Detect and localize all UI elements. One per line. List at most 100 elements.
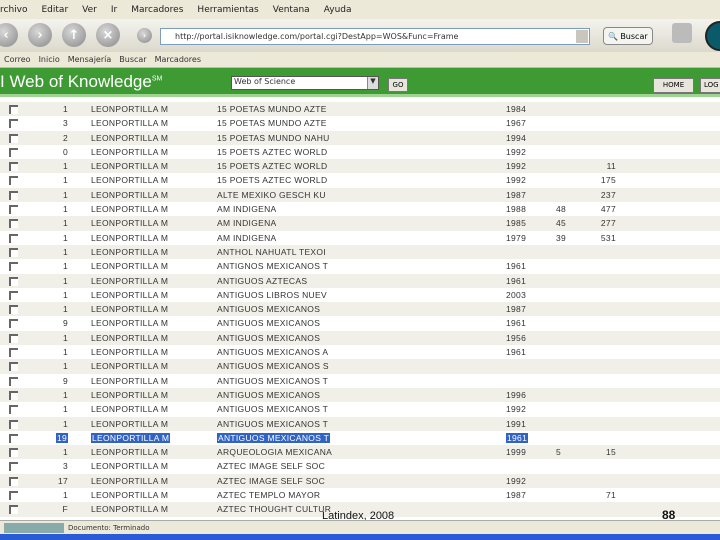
table-row: 1 LEONPORTILLA M ANTIGUOS AZTECAS 1961 <box>0 273 720 288</box>
row-checkbox[interactable] <box>9 262 18 272</box>
bookmark-item[interactable]: Inicio <box>39 55 60 64</box>
row-checkbox[interactable] <box>9 133 18 143</box>
row-checkbox[interactable] <box>9 290 18 300</box>
volume: 5 <box>556 447 562 458</box>
cited-work: ANTIGUOS LIBROS NUEV <box>217 289 327 300</box>
table-row: 1 LEONPORTILLA M ANTIGUOS MEXICANOS T 1992 <box>0 402 720 416</box>
row-checkbox[interactable] <box>9 348 18 358</box>
reload-icon[interactable]: ↑ <box>62 23 86 47</box>
row-checkbox[interactable] <box>9 462 18 472</box>
table-row: 1 LEONPORTILLA M ANTIGUOS MEXICANOS A 1961 <box>0 345 720 359</box>
cited-work: 15 POETAS MUNDO AZTE <box>217 104 327 114</box>
page: 477 <box>600 204 616 215</box>
cited-count: 1 <box>62 490 68 501</box>
row-checkbox[interactable] <box>9 190 18 200</box>
row-checkbox[interactable] <box>9 233 18 243</box>
table-row: 9 LEONPORTILLA M ANTIGUOS MEXICANOS 1961 <box>0 316 720 330</box>
database-select[interactable]: Web of Science ▼ <box>231 76 379 90</box>
row-checkbox[interactable] <box>9 219 18 229</box>
cited-author: LEONPORTILLA M <box>91 146 169 157</box>
cited-work: 15 POETS AZTEC WORLD <box>217 146 328 157</box>
row-checkbox[interactable] <box>9 176 18 186</box>
home-button[interactable]: HOME <box>653 78 694 93</box>
row-checkbox[interactable] <box>9 247 18 257</box>
forward-icon[interactable]: › <box>28 23 52 47</box>
menu-item[interactable]: Herramientas <box>197 5 258 15</box>
cited-author: LEONPORTILLA M <box>91 304 169 315</box>
table-row: 1 LEONPORTILLA M ANTIGUOS MEXICANOS S <box>0 359 720 374</box>
table-row: 1 LEONPORTILLA M ANTIGUOS MEXICANOS 1956 <box>0 330 720 346</box>
cited-work: ANTIGUOS MEXICANOS T <box>217 375 329 386</box>
row-checkbox[interactable] <box>9 476 18 486</box>
menu-item[interactable]: Ayuda <box>324 5 352 15</box>
cited-author: LEONPORTILLA M <box>91 347 169 358</box>
year: 1985 <box>506 218 527 229</box>
row-checkbox[interactable] <box>9 362 18 372</box>
row-checkbox[interactable] <box>9 491 18 501</box>
row-checkbox[interactable] <box>9 276 18 286</box>
cited-count: 1 <box>62 261 68 272</box>
row-checkbox[interactable] <box>9 448 18 458</box>
bookmark-item[interactable]: Marcadores <box>155 55 201 64</box>
url-input[interactable]: http://portal.isiknowledge.com/portal.cg… <box>160 28 590 45</box>
table-row: 3 LEONPORTILLA M 15 POETAS MUNDO AZTE 1967 <box>0 116 720 130</box>
year: 1992 <box>506 161 527 172</box>
page: 15 <box>605 447 616 458</box>
bookmark-item[interactable]: Correo <box>4 55 31 64</box>
menu-item[interactable]: Editar <box>42 5 69 15</box>
cited-author: LEONPORTILLA M <box>91 189 169 200</box>
row-checkbox[interactable] <box>9 405 18 415</box>
bookmarks-bar: Correo Inicio Mensajería Buscar Marcadores <box>0 52 720 68</box>
table-row: 1 LEONPORTILLA M ANTIGUOS MEXICANOS T 1991 <box>0 416 720 431</box>
cited-author: LEONPORTILLA M <box>91 375 169 386</box>
brand-text: I Web of Knowledge <box>0 72 152 91</box>
row-checkbox[interactable] <box>9 319 18 329</box>
menu-item[interactable]: rchivo <box>0 5 28 15</box>
row-checkbox[interactable] <box>9 105 18 114</box>
bookmark-item[interactable]: Buscar <box>119 55 146 64</box>
volume: 48 <box>556 204 567 215</box>
url-dropdown-icon[interactable] <box>576 30 588 43</box>
menu-item[interactable]: Ir <box>111 5 117 15</box>
database-value: Web of Science <box>234 77 296 86</box>
brand-title: I Web of KnowledgeSM <box>0 72 162 92</box>
stop-icon[interactable]: × <box>96 23 120 47</box>
logout-button[interactable]: LOG <box>700 78 720 93</box>
menu-item[interactable]: Ventana <box>273 5 310 15</box>
cited-count: 19 <box>55 432 68 443</box>
bookmark-item[interactable]: Mensajería <box>68 55 112 64</box>
row-checkbox[interactable] <box>9 147 18 157</box>
menu-item[interactable]: Ver <box>82 5 97 15</box>
year: 1961 <box>506 318 527 329</box>
cited-work: AZTEC IMAGE SELF SOC <box>217 475 326 486</box>
year: 1988 <box>506 204 527 215</box>
row-checkbox[interactable] <box>9 419 18 429</box>
go-button[interactable]: GO <box>388 78 408 92</box>
menu-item[interactable]: Marcadores <box>131 5 183 15</box>
row-checkbox[interactable] <box>9 205 18 215</box>
back-icon[interactable]: ‹ <box>0 23 18 47</box>
chevron-down-icon: ▼ <box>367 77 378 89</box>
table-row: 1 LEONPORTILLA M ANTHOL NAHUATL TEXOI <box>0 244 720 260</box>
status-text: Documento: Terminado <box>68 524 150 532</box>
row-checkbox[interactable] <box>9 505 18 515</box>
status-icons <box>4 523 64 533</box>
cited-work: 15 POETAS MUNDO AZTE <box>217 118 327 129</box>
row-checkbox[interactable] <box>9 433 18 443</box>
search-icon: 🔍 <box>608 31 619 41</box>
row-checkbox[interactable] <box>9 305 18 315</box>
row-checkbox[interactable] <box>9 390 18 400</box>
row-checkbox[interactable] <box>9 333 18 343</box>
volume: 39 <box>556 232 567 243</box>
row-checkbox[interactable] <box>9 119 18 129</box>
table-row: 1 LEONPORTILLA M ANTIGUOS MEXICANOS 1987 <box>0 302 720 317</box>
search-button[interactable]: 🔍 Buscar <box>603 27 653 45</box>
row-checkbox[interactable] <box>9 376 18 386</box>
cited-count: 2 <box>62 132 68 143</box>
print-icon[interactable] <box>672 23 692 43</box>
cited-work: AM INDIGENA <box>217 204 277 215</box>
table-row: 1 LEONPORTILLA M ALTE MEXIKO GESCH KU 1987 2… <box>0 187 720 203</box>
row-checkbox[interactable] <box>9 162 18 172</box>
year: 1992 <box>506 175 527 186</box>
go-icon[interactable]: › <box>137 28 152 43</box>
